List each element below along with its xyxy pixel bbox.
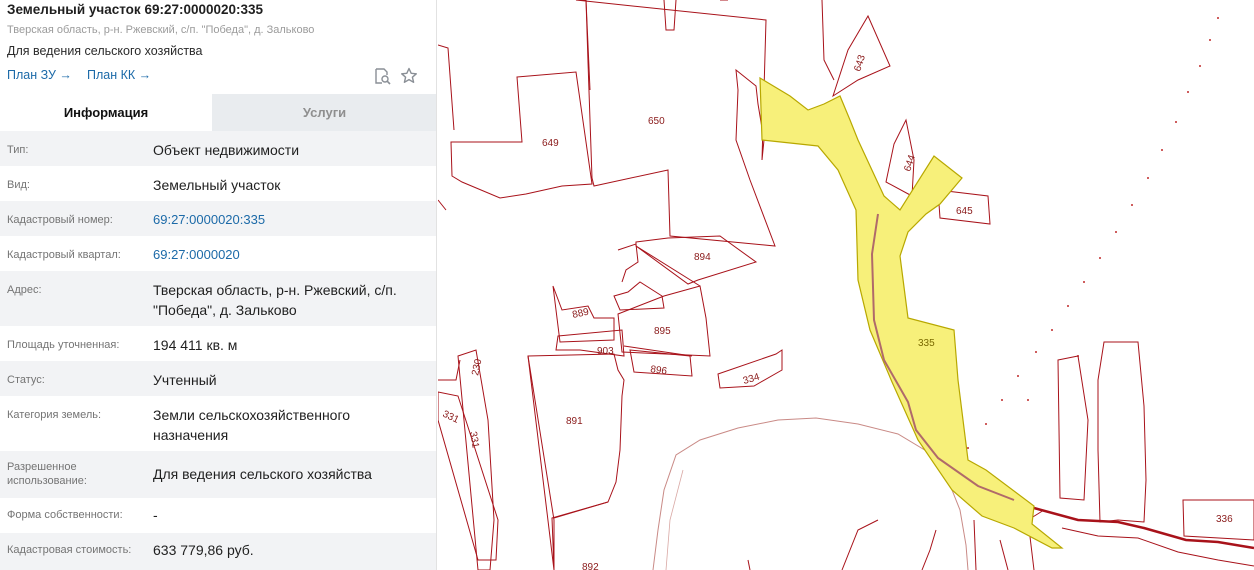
field-label: Кадастровая стоимость: <box>7 544 132 556</box>
search-document-icon[interactable] <box>372 66 392 86</box>
field-value: Земельный участок <box>153 177 281 193</box>
plan-kk-link[interactable]: План КК → <box>87 68 151 82</box>
parcel-label: 903 <box>597 346 614 357</box>
tab-information[interactable]: Информация <box>0 94 212 131</box>
parcel-label: 891 <box>566 416 583 427</box>
star-icon[interactable] <box>399 66 419 86</box>
map-background <box>438 0 1254 570</box>
table-row: Кадастровая стоимость: 633 779,86 руб. <box>0 533 436 570</box>
field-label: Площадь уточненная: <box>7 339 120 351</box>
table-row: Вид: Земельный участок <box>0 166 436 201</box>
parcel-title: Земельный участок 69:27:0000020:335 <box>7 2 264 17</box>
field-label: Категория земель: <box>7 409 102 421</box>
cadastral-number-link[interactable]: 69:27:0000020:335 <box>153 210 423 230</box>
cadastral-quarter-link[interactable]: 69:27:0000020 <box>153 245 423 265</box>
parcel-label: 650 <box>648 116 665 127</box>
table-row: Площадь уточненная: 194 411 кв. м <box>0 326 436 361</box>
field-value: Объект недвижимости <box>153 142 300 158</box>
field-value: Тверская область, р-н. Ржевский, с/п. "П… <box>153 282 397 318</box>
parcel-label-selected: 335 <box>918 338 935 349</box>
field-label: Статус: <box>7 374 45 386</box>
parcel-label: 336 <box>1216 514 1233 525</box>
field-label: Кадастровый квартал: <box>7 249 121 261</box>
field-value: 633 779,86 руб. <box>153 542 254 558</box>
tab-bar: Информация Услуги <box>0 94 436 131</box>
parcel-usage: Для ведения сельского хозяйства <box>7 44 203 58</box>
table-row: Адрес: Тверская область, р-н. Ржевский, … <box>0 271 436 326</box>
table-row: Статус: Учтенный <box>0 361 436 396</box>
table-row: Кадастровый номер: 69:27:0000020:335 <box>0 201 436 236</box>
table-row: Разрешенное использование: Для ведения с… <box>0 451 436 498</box>
field-label: Вид: <box>7 179 30 191</box>
table-row: Кадастровый квартал: 69:27:0000020 <box>0 236 436 271</box>
parcel-label: 894 <box>694 252 711 263</box>
field-label: Кадастровый номер: <box>7 214 113 226</box>
cadastral-map[interactable]: 643 650 649 644 645 894 889 895 903 896 … <box>438 0 1254 570</box>
tab-services[interactable]: Услуги <box>212 94 436 131</box>
table-row: Тип: Объект недвижимости <box>0 131 436 166</box>
plan-zu-link[interactable]: План ЗУ → <box>7 68 72 82</box>
parcel-label: 895 <box>654 326 671 337</box>
field-value: Земли сельскохозяйственного назначения <box>153 407 351 443</box>
field-label: Тип: <box>7 144 29 156</box>
field-value: Для ведения сельского хозяйства <box>153 466 372 482</box>
table-row: Категория земель: Земли сельскохозяйстве… <box>0 396 436 451</box>
field-value: - <box>153 507 158 523</box>
parcel-label: 892 <box>582 562 599 570</box>
parcel-label: 645 <box>956 206 973 217</box>
parcel-address-subtitle: Тверская область, р-н. Ржевский, с/п. "П… <box>7 24 315 36</box>
field-value: Учтенный <box>153 372 217 388</box>
field-value: 194 411 кв. м <box>153 337 238 353</box>
field-label: Разрешенное использование: <box>7 461 87 487</box>
info-panel: Земельный участок 69:27:0000020:335 Твер… <box>0 0 437 570</box>
parcel-label: 649 <box>542 138 559 149</box>
field-label: Адрес: <box>7 284 42 296</box>
table-row: Форма собственности: - <box>0 498 436 533</box>
field-label: Форма собственности: <box>7 509 123 521</box>
